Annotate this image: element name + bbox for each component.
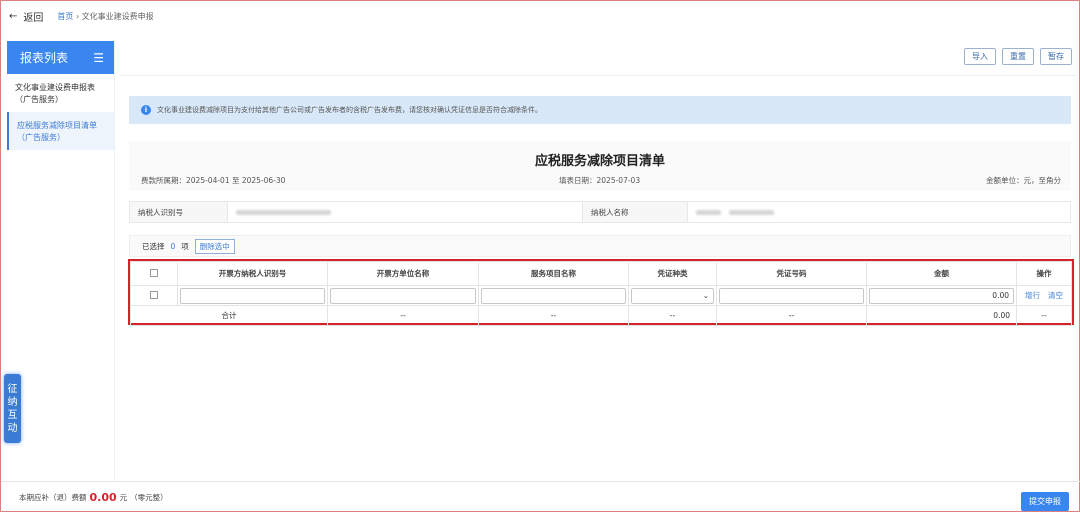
divider bbox=[121, 75, 1076, 76]
top-bar: ← 返回 首页 › 文化事业建设费申报 bbox=[1, 1, 1080, 31]
taxpayer-info: 纳税人识别号 纳税人名称 bbox=[129, 201, 1071, 223]
sidebar-item-declaration-form[interactable]: 文化事业建设费申报表 （广告服务） bbox=[7, 74, 114, 112]
taxpayer-id-label: 纳税人识别号 bbox=[130, 202, 228, 222]
breadcrumb-home[interactable]: 首页 bbox=[57, 12, 73, 21]
arrow-left-icon: ← bbox=[9, 10, 18, 22]
taxpayer-name-label: 纳税人名称 bbox=[583, 202, 688, 222]
payable-amount: 0.00 bbox=[89, 491, 117, 504]
selection-bar: 已选择 0 项 删除选中 bbox=[129, 235, 1071, 257]
import-button[interactable]: 导入 bbox=[964, 48, 996, 65]
voucher-type-select[interactable]: ⌄ bbox=[631, 287, 714, 304]
table-header: 开票方纳税人识别号 开票方单位名称 服务项目名称 凭证种类 凭证号码 金额 操作 bbox=[130, 261, 1072, 286]
main-content: 导入 重置 暂存 i 文化事业建设费减除项目为支付给其他广告公司或广告发布者的含税… bbox=[121, 41, 1076, 481]
deduction-table: 开票方纳税人识别号 开票方单位名称 服务项目名称 凭证种类 凭证号码 金额 操作… bbox=[128, 259, 1074, 326]
report-sidebar: 报表列表 ☰ 文化事业建设费申报表 （广告服务） 应税服务减除项目清单 （广告服务） bbox=[7, 41, 115, 481]
issuer-tax-id-input[interactable] bbox=[180, 287, 325, 304]
form-header: 应税服务减除项目清单 费款所属期：2025-04-01 至 2025-06-30… bbox=[129, 141, 1071, 191]
reset-button[interactable]: 重置 bbox=[1002, 48, 1034, 65]
fee-period: 费款所属期：2025-04-01 至 2025-06-30 bbox=[141, 176, 286, 185]
chevron-down-icon: ⌄ bbox=[702, 290, 709, 300]
back-button[interactable]: ← 返回 bbox=[9, 9, 43, 24]
voucher-number-input[interactable] bbox=[719, 287, 864, 304]
clear-row-link[interactable]: 清空 bbox=[1048, 291, 1063, 300]
sidebar-header: 报表列表 ☰ bbox=[7, 41, 114, 74]
info-banner: i 文化事业建设费减除项目为支付给其他广告公司或广告发布者的含税广告发布费，请您核… bbox=[129, 96, 1071, 124]
breadcrumb-current: 文化事业建设费申报 bbox=[81, 11, 154, 21]
info-icon: i bbox=[141, 105, 151, 115]
service-name-input[interactable] bbox=[481, 287, 626, 304]
amount-input[interactable]: 0.00 bbox=[869, 287, 1014, 304]
add-row-link[interactable]: 增行 bbox=[1025, 291, 1040, 300]
fill-date: 填表日期：2025-07-03 bbox=[559, 176, 641, 185]
amount-unit: 金额单位：元，至角分 bbox=[986, 176, 1061, 185]
select-all-checkbox[interactable] bbox=[150, 268, 158, 277]
submit-button[interactable]: 提交申报 bbox=[1021, 492, 1069, 511]
page-title: 应税服务减除项目清单 bbox=[534, 154, 665, 169]
save-draft-button[interactable]: 暂存 bbox=[1040, 48, 1072, 65]
delete-selected-button[interactable]: 删除选中 bbox=[194, 238, 235, 254]
row-checkbox[interactable] bbox=[150, 290, 158, 299]
taxpayer-id-value bbox=[228, 202, 583, 222]
total-amount: 0.00 bbox=[866, 305, 1017, 326]
selected-count: 0 bbox=[170, 241, 176, 251]
footer-summary: 本期应补（退）费额 0.00 元 （零元整） bbox=[1, 481, 1080, 513]
issuer-name-input[interactable] bbox=[330, 287, 476, 304]
breadcrumb: 首页 › 文化事业建设费申报 bbox=[57, 11, 154, 21]
taxpayer-name-value bbox=[688, 202, 1070, 222]
menu-icon[interactable]: ☰ bbox=[93, 51, 104, 65]
sidebar-item-deduction-list[interactable]: 应税服务减除项目清单 （广告服务） bbox=[7, 112, 114, 150]
table-row: ⌄ 0.00 增行 清空 bbox=[130, 285, 1072, 306]
total-row: 合计 -- -- -- -- 0.00 -- bbox=[130, 305, 1072, 326]
interaction-float-tab[interactable]: 征纳互动 bbox=[4, 374, 21, 443]
